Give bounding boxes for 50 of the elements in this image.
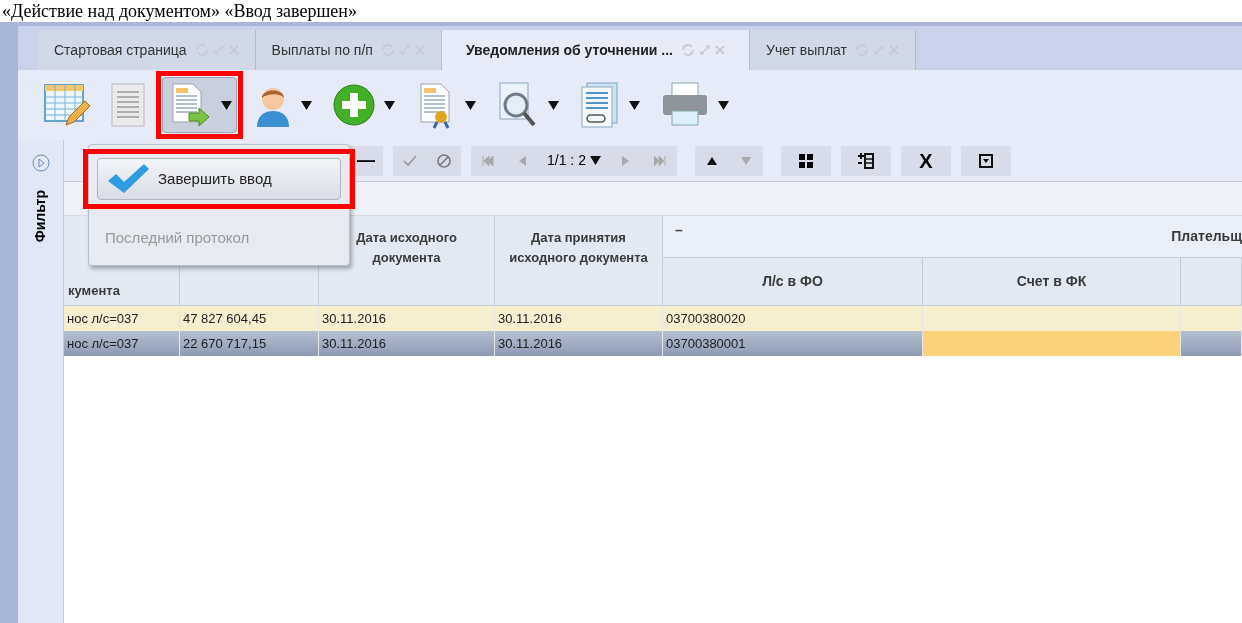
table-row[interactable]: нос л/с=037 22 670 717,15 30.11.2016 30.11.2016 03700380001 xyxy=(64,331,1242,356)
caret-icon[interactable] xyxy=(301,100,312,110)
caret-icon[interactable] xyxy=(465,100,476,110)
last-icon xyxy=(653,155,666,166)
table-cell: 30.11.2016 xyxy=(319,331,495,356)
caret-icon[interactable] xyxy=(221,100,232,110)
caret-icon[interactable] xyxy=(548,100,559,110)
document-link-icon[interactable] xyxy=(579,81,621,129)
column-header: Дата принятия исходного документа xyxy=(508,229,649,267)
group-header: Плательщ xyxy=(1171,227,1242,246)
cancel-button[interactable] xyxy=(427,145,461,176)
pager-dropdown[interactable]: 1/1 : 2 xyxy=(539,145,609,176)
check-icon xyxy=(403,154,417,167)
plus-icon[interactable] xyxy=(332,83,376,127)
column-header: кумента xyxy=(67,282,121,300)
caret-icon[interactable] xyxy=(384,100,395,110)
play-circle-icon[interactable] xyxy=(31,154,50,172)
dropdown-box-button[interactable] xyxy=(960,145,1011,176)
next-icon xyxy=(622,155,630,166)
column-header: Счет в ФК xyxy=(1016,272,1087,291)
filter-label[interactable]: Фильтр xyxy=(30,190,51,243)
checkmark-icon xyxy=(106,163,150,195)
table-row[interactable]: нос л/с=037 47 827 604,45 30.11.2016 30.11.2016 03700380020 xyxy=(64,306,1242,331)
grid-button[interactable] xyxy=(780,145,831,176)
table-cell: нос л/с=037 xyxy=(64,331,180,356)
first-icon xyxy=(482,155,494,166)
move-up-button[interactable] xyxy=(694,145,729,176)
table-cell: 30.11.2016 xyxy=(495,331,663,356)
column-header: Дата исходного документа xyxy=(355,229,458,267)
collapse-marker[interactable]: – xyxy=(675,220,683,241)
check-button[interactable] xyxy=(393,145,427,176)
menu-item[interactable]: Завершить ввод xyxy=(97,158,341,200)
caret-icon[interactable] xyxy=(718,100,729,110)
grid-icon xyxy=(798,153,813,168)
first-page-button[interactable] xyxy=(471,145,505,176)
previous-icon xyxy=(518,155,526,166)
caret-icon[interactable] xyxy=(589,156,601,165)
insert-row-button[interactable] xyxy=(840,145,891,176)
dropdown-box-icon xyxy=(978,153,993,168)
caret-icon[interactable] xyxy=(629,100,640,110)
insert-list-icon xyxy=(857,152,874,169)
cancel-icon xyxy=(437,153,451,168)
last-page-button[interactable] xyxy=(642,145,677,176)
caption: «Действие над документом» «Ввод завершен» xyxy=(1,0,358,22)
printer-icon[interactable] xyxy=(660,81,710,129)
clear-button[interactable]: X xyxy=(900,145,951,176)
up-icon xyxy=(706,156,717,165)
column-header: Л/с в ФО xyxy=(762,272,823,291)
table-cell: 22 670 717,15 xyxy=(180,331,319,356)
down-icon xyxy=(740,156,751,165)
